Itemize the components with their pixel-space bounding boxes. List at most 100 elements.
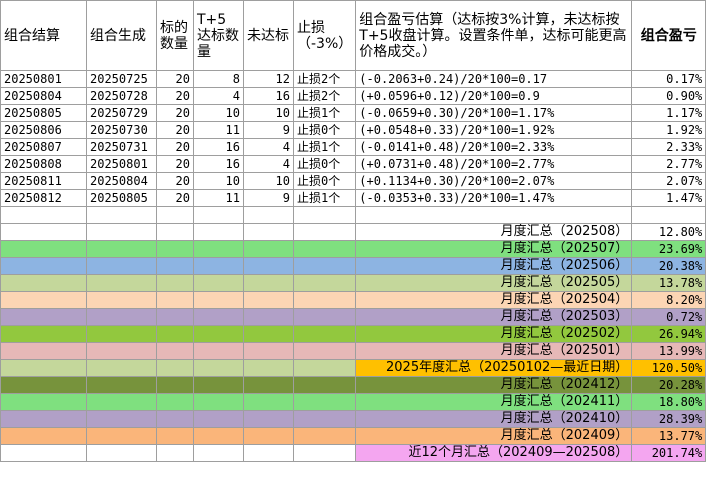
empty-cell <box>0 206 87 224</box>
stop-loss-cell: 止损0个 <box>292 121 357 139</box>
estimate-cell: (+0.0731+0.48)/20*100=2.77% <box>355 155 633 173</box>
settle-date-cell: 20250812 <box>0 189 87 207</box>
summary-fill-cell <box>243 257 294 275</box>
estimate-cell: (-0.0141+0.48)/20*100=2.33% <box>355 138 633 156</box>
summary-fill-cell <box>0 291 87 309</box>
estimate-cell: (+0.0548+0.33)/20*100=1.92% <box>355 121 633 139</box>
stop-loss-cell: 止损1个 <box>292 138 357 156</box>
target-count-cell: 20 <box>156 121 194 139</box>
summary-label: 月度汇总（202502） <box>355 325 633 343</box>
stop-loss-cell: 止损1个 <box>292 189 357 207</box>
summary-fill-cell <box>156 291 194 309</box>
summary-fill-cell <box>243 427 294 445</box>
summary-fill-cell <box>0 376 87 394</box>
summary-fill-cell <box>292 376 357 394</box>
summary-pct: 8.20% <box>631 291 707 309</box>
summary-fill-cell <box>243 342 294 360</box>
summary-label: 近12个月汇总（202409—202508） <box>355 444 633 462</box>
summary-fill-cell <box>156 444 194 462</box>
summary-fill-cell <box>243 308 294 326</box>
summary-fill-cell <box>86 257 157 275</box>
stop-loss-cell: 止损2个 <box>292 70 357 88</box>
settle-date-cell: 20250808 <box>0 155 87 173</box>
summary-fill-cell <box>292 342 357 360</box>
summary-fill-cell <box>243 410 294 428</box>
target-count-cell: 20 <box>156 172 194 190</box>
header-not-reached: 未达标 <box>243 0 294 71</box>
create-date-cell: 20250731 <box>86 138 157 156</box>
summary-fill-cell <box>0 274 87 292</box>
create-date-cell: 20250725 <box>86 70 157 88</box>
estimate-cell: (-0.0659+0.30)/20*100=1.17% <box>355 104 633 122</box>
summary-fill-cell <box>243 240 294 258</box>
target-count-cell: 20 <box>156 70 194 88</box>
summary-fill-cell <box>292 308 357 326</box>
summary-fill-cell <box>193 325 244 343</box>
summary-fill-cell <box>86 444 157 462</box>
summary-fill-cell <box>0 342 87 360</box>
summary-fill-cell <box>156 376 194 394</box>
header-t5-count: T+5达标数量 <box>193 0 244 71</box>
summary-pct: 201.74% <box>631 444 707 462</box>
summary-fill-cell <box>86 376 157 394</box>
summary-fill-cell <box>156 223 194 241</box>
summary-label: 月度汇总（202504） <box>355 291 633 309</box>
target-count-cell: 20 <box>156 87 194 105</box>
stop-loss-cell: 止损0个 <box>292 155 357 173</box>
summary-fill-cell <box>193 308 244 326</box>
summary-fill-cell <box>292 240 357 258</box>
settle-date-cell: 20250805 <box>0 104 87 122</box>
summary-fill-cell <box>0 410 87 428</box>
summary-pct: 0.72% <box>631 308 707 326</box>
summary-fill-cell <box>86 393 157 411</box>
summary-label: 月度汇总（202410） <box>355 410 633 428</box>
summary-fill-cell <box>156 393 194 411</box>
create-date-cell: 20250728 <box>86 87 157 105</box>
summary-fill-cell <box>0 427 87 445</box>
header-pnl: 组合盈亏 <box>631 0 707 71</box>
summary-pct: 23.69% <box>631 240 707 258</box>
summary-pct: 20.38% <box>631 257 707 275</box>
summary-fill-cell <box>292 291 357 309</box>
summary-pct: 13.99% <box>631 342 707 360</box>
not-reached-cell: 4 <box>243 138 294 156</box>
summary-fill-cell <box>292 257 357 275</box>
summary-fill-cell <box>156 342 194 360</box>
settle-date-cell: 20250811 <box>0 172 87 190</box>
summary-fill-cell <box>193 444 244 462</box>
table-row: 20250812 20250805 20 11 9 止损1个 (-0.0353+0.33)/… <box>0 189 707 207</box>
summary-fill-cell <box>0 257 87 275</box>
summary-fill-cell <box>292 274 357 292</box>
summary-fill-cell <box>156 359 194 377</box>
estimate-cell: (+0.1134+0.30)/20*100=2.07% <box>355 172 633 190</box>
summary-row: 2025年度汇总（20250102—最近日期） 120.50% <box>0 359 707 377</box>
create-date-cell: 20250804 <box>86 172 157 190</box>
pnl-cell: 2.33% <box>631 138 707 156</box>
summary-row: 月度汇总（202505） 13.78% <box>0 274 707 292</box>
summary-label: 2025年度汇总（20250102—最近日期） <box>355 359 633 377</box>
spacer-row <box>0 206 707 224</box>
pnl-cell: 2.77% <box>631 155 707 173</box>
summary-fill-cell <box>243 223 294 241</box>
summary-label: 月度汇总（202501） <box>355 342 633 360</box>
summary-fill-cell <box>86 274 157 292</box>
summary-fill-cell <box>292 427 357 445</box>
summary-row: 月度汇总（202506） 20.38% <box>0 257 707 275</box>
summary-fill-cell <box>156 427 194 445</box>
not-reached-cell: 4 <box>243 155 294 173</box>
portfolio-table: 组合结算 组合生成 标的数量 T+5达标数量 未达标 止损（-3%） 组合盈亏估… <box>0 0 707 462</box>
pnl-cell: 1.17% <box>631 104 707 122</box>
t5-count-cell: 8 <box>193 70 244 88</box>
empty-cell <box>243 206 294 224</box>
settle-date-cell: 20250801 <box>0 70 87 88</box>
header-create: 组合生成 <box>86 0 157 71</box>
settle-date-cell: 20250806 <box>0 121 87 139</box>
summary-label: 月度汇总（202411） <box>355 393 633 411</box>
summary-pct: 20.28% <box>631 376 707 394</box>
summary-fill-cell <box>86 342 157 360</box>
create-date-cell: 20250805 <box>86 189 157 207</box>
summary-fill-cell <box>292 223 357 241</box>
summary-pct: 18.80% <box>631 393 707 411</box>
summary-fill-cell <box>193 291 244 309</box>
pnl-cell: 0.90% <box>631 87 707 105</box>
